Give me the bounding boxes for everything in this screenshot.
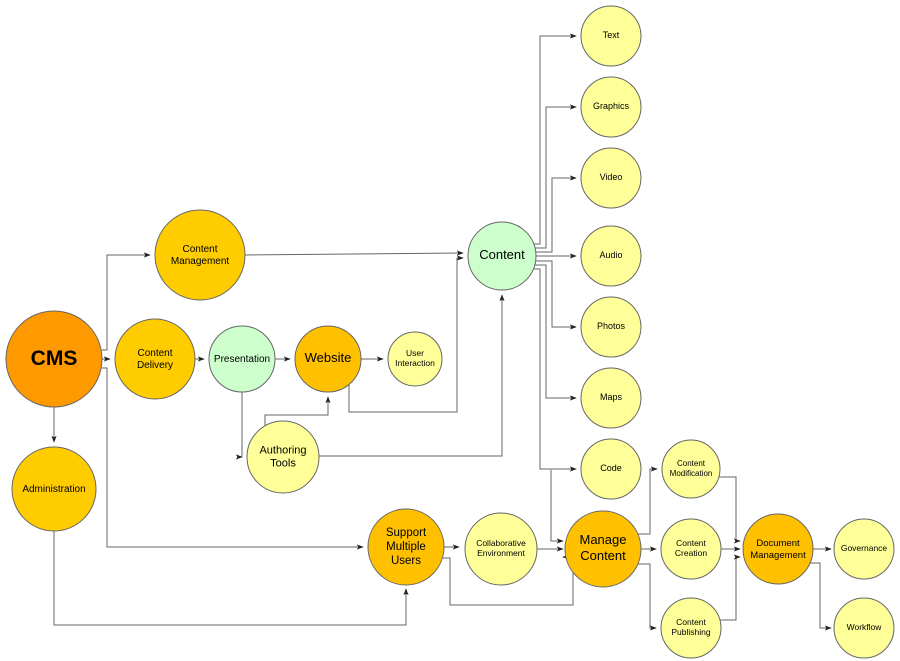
node-shape-maps[interactable] bbox=[580, 367, 642, 429]
node-content-delivery[interactable]: Content Delivery bbox=[114, 318, 196, 400]
node-content-publishing[interactable]: Content Publishing bbox=[660, 597, 722, 659]
edge-manage-content-to-content-publishing bbox=[633, 563, 657, 631]
node-content-management[interactable]: Content Management bbox=[154, 209, 246, 301]
node-workflow[interactable]: Workflow bbox=[833, 597, 895, 659]
node-shape-support-multiple-users[interactable] bbox=[367, 508, 445, 586]
edge-content-publishing-to-document-management bbox=[719, 554, 741, 621]
node-shape-video[interactable] bbox=[580, 147, 642, 209]
node-governance[interactable]: Governance bbox=[833, 518, 895, 580]
node-shape-content[interactable] bbox=[467, 221, 537, 291]
node-user-interaction[interactable]: User Interaction bbox=[387, 331, 443, 387]
edge-content-to-photos bbox=[536, 260, 577, 330]
node-code[interactable]: Code bbox=[580, 438, 642, 500]
concept-map-diagram: CMS Content Management Content Delivery Admin… bbox=[0, 0, 900, 661]
edge-content-to-text bbox=[534, 33, 577, 245]
node-shape-content-delivery[interactable] bbox=[114, 318, 196, 400]
edge-code-source-to-manage-content bbox=[550, 470, 564, 544]
node-support-multiple-users[interactable]: Support Multiple Users bbox=[367, 508, 445, 586]
node-shape-website[interactable] bbox=[294, 325, 362, 393]
node-photos[interactable]: Photos bbox=[580, 296, 642, 358]
node-video[interactable]: Video bbox=[580, 147, 642, 209]
node-shape-code[interactable] bbox=[580, 438, 642, 500]
node-cms[interactable]: CMS bbox=[5, 310, 103, 408]
edge-content-to-video bbox=[536, 175, 577, 253]
edge-document-management-to-workflow bbox=[806, 562, 832, 631]
node-maps[interactable]: Maps bbox=[580, 367, 642, 429]
node-content[interactable]: Content bbox=[467, 221, 537, 291]
edge-content-to-maps bbox=[535, 264, 577, 401]
edge-content-to-code bbox=[534, 268, 577, 472]
edge-content-modification-to-document-management bbox=[718, 476, 741, 544]
node-collaborative-environment[interactable]: Collaborative Environment bbox=[464, 512, 538, 586]
node-shape-cms[interactable] bbox=[5, 310, 103, 408]
node-shape-presentation[interactable] bbox=[208, 325, 276, 393]
node-content-modification[interactable]: Content Modification bbox=[661, 439, 721, 499]
node-shape-content-management[interactable] bbox=[154, 209, 246, 301]
node-shape-user-interaction[interactable] bbox=[387, 331, 443, 387]
node-website[interactable]: Website bbox=[294, 325, 362, 393]
node-shape-content-modification[interactable] bbox=[661, 439, 721, 499]
node-authoring-tools[interactable]: Authoring Tools bbox=[246, 420, 320, 494]
node-shape-graphics[interactable] bbox=[580, 76, 642, 138]
node-graphics[interactable]: Graphics bbox=[580, 76, 642, 138]
node-audio[interactable]: Audio bbox=[580, 225, 642, 287]
node-shape-content-creation[interactable] bbox=[660, 518, 722, 580]
node-shape-document-management[interactable] bbox=[742, 513, 814, 585]
node-shape-administration[interactable] bbox=[11, 446, 97, 532]
node-shape-governance[interactable] bbox=[833, 518, 895, 580]
node-shape-collaborative-environment[interactable] bbox=[464, 512, 538, 586]
node-shape-photos[interactable] bbox=[580, 296, 642, 358]
node-shape-authoring-tools[interactable] bbox=[246, 420, 320, 494]
node-shape-manage-content[interactable] bbox=[564, 510, 642, 588]
node-shape-text[interactable] bbox=[580, 5, 642, 67]
edge-content-management-to-content bbox=[244, 250, 464, 256]
node-content-creation[interactable]: Content Creation bbox=[660, 518, 722, 580]
node-administration[interactable]: Administration bbox=[11, 446, 97, 532]
node-document-management[interactable]: Document Management bbox=[742, 513, 814, 585]
node-shape-workflow[interactable] bbox=[833, 597, 895, 659]
node-shape-content-publishing[interactable] bbox=[660, 597, 722, 659]
diagram-canvas: CMS Content Management Content DeliveryAdmin… bbox=[5, 5, 895, 659]
node-presentation[interactable]: Presentation bbox=[208, 325, 276, 393]
node-shape-audio[interactable] bbox=[580, 225, 642, 287]
node-text[interactable]: Text bbox=[580, 5, 642, 67]
node-manage-content[interactable]: Manage Content bbox=[564, 510, 642, 588]
